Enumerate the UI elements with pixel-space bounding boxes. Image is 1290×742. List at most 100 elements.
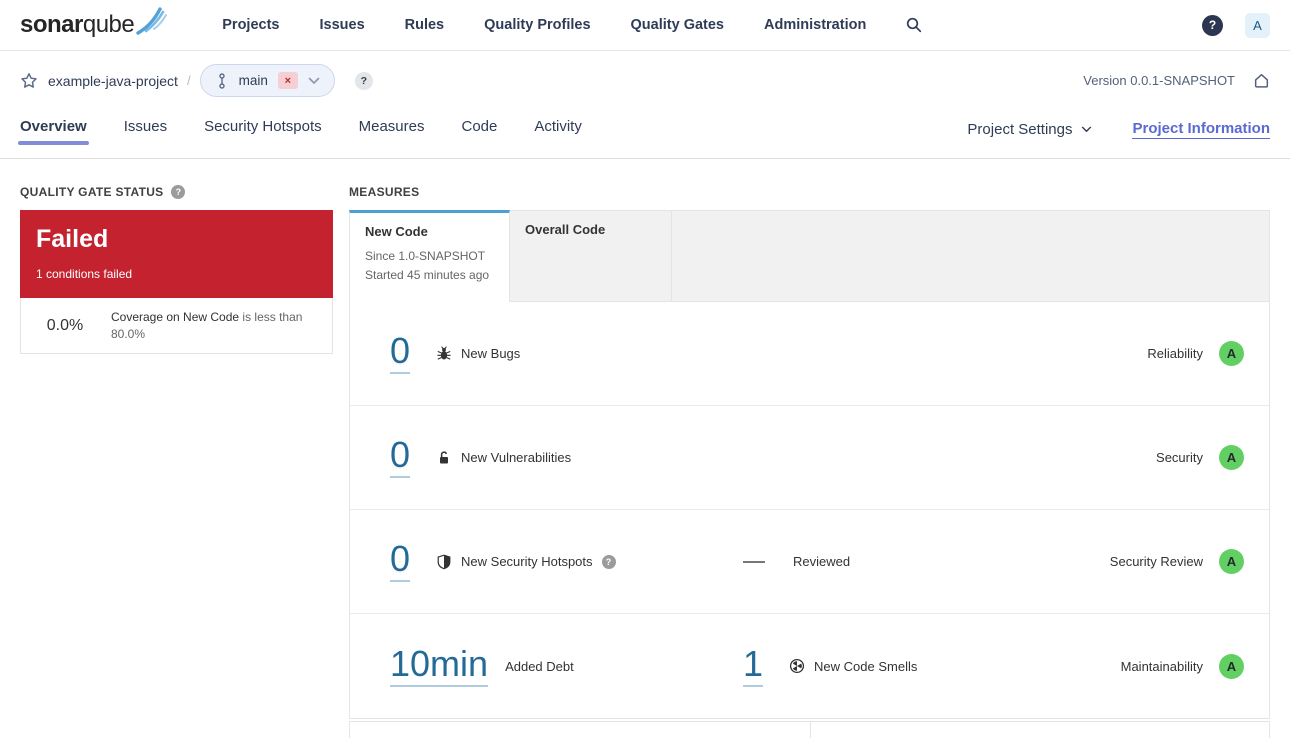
shield-icon bbox=[437, 554, 451, 569]
user-avatar[interactable]: A bbox=[1245, 12, 1270, 38]
failed-condition-card[interactable]: 0.0% Coverage on New Code is less than 8… bbox=[20, 298, 333, 354]
tab-code[interactable]: Code bbox=[461, 118, 497, 149]
quality-gate-help-icon[interactable]: ? bbox=[171, 185, 186, 199]
project-homepage-button[interactable] bbox=[1253, 72, 1270, 89]
security-label: Security bbox=[1156, 450, 1203, 465]
logo-swoosh-icon bbox=[136, 7, 168, 35]
measures-tabstrip: New Code Since 1.0-SNAPSHOT Started 45 m… bbox=[349, 210, 1270, 302]
branch-selector[interactable]: main × bbox=[199, 64, 335, 97]
nav-item-projects[interactable]: Projects bbox=[222, 17, 279, 33]
avatar-letter: A bbox=[1253, 17, 1262, 33]
new-code-smells-metric: New Code Smells bbox=[789, 658, 917, 674]
security-review-label: Security Review bbox=[1109, 554, 1203, 569]
measure-row-vulnerabilities: 0 New Vulnerabilities Security A bbox=[350, 406, 1269, 510]
breadcrumb: example-java-project / main × ? Version … bbox=[20, 51, 1270, 110]
nav-item-rules[interactable]: Rules bbox=[405, 17, 445, 33]
favorite-star-icon[interactable] bbox=[20, 72, 38, 90]
code-smells-group: 1 New Code Smells bbox=[743, 645, 917, 687]
duplications-section-peek bbox=[810, 721, 1270, 738]
help-button[interactable]: ? bbox=[1202, 14, 1223, 36]
condition-value: 0.0% bbox=[46, 316, 84, 334]
next-measures-section bbox=[349, 721, 1270, 738]
lock-icon bbox=[440, 450, 449, 463]
navbar-right: ? A bbox=[1202, 12, 1270, 38]
project-information-link[interactable]: Project Information bbox=[1132, 120, 1270, 139]
tab-overall-code[interactable]: Overall Code bbox=[510, 211, 672, 301]
measure-row-security-hotspots: 0 New Security Hotspots ? Reviewed Secur… bbox=[350, 510, 1269, 614]
branch-failed-badge: × bbox=[277, 72, 298, 89]
nav-item-administration[interactable]: Administration bbox=[764, 17, 866, 33]
security-review-rating-group: Security Review A bbox=[1110, 549, 1244, 574]
new-security-hotspots-count[interactable]: 0 bbox=[390, 541, 411, 582]
global-navbar: sonar qube Projects Issues Rules Quality … bbox=[0, 0, 1290, 51]
new-security-hotspots-metric: New Security Hotspots ? bbox=[436, 554, 616, 570]
tab-measures[interactable]: Measures bbox=[359, 118, 425, 149]
measures-rows: 0 New Bugs Reliability A 0 New Vulnerabi… bbox=[349, 302, 1270, 719]
search-button[interactable] bbox=[906, 17, 922, 33]
quality-gate-status-box: Failed 1 conditions failed bbox=[20, 210, 333, 298]
tab-issues[interactable]: Issues bbox=[124, 118, 167, 149]
main-menu: Projects Issues Rules Quality Profiles Q… bbox=[222, 17, 866, 33]
maintainability-rating-badge: A bbox=[1219, 653, 1244, 679]
project-nav-tabs: Overview Issues Security Hotspots Measur… bbox=[18, 110, 1270, 158]
hotspots-help-icon[interactable]: ? bbox=[601, 554, 616, 569]
reliability-rating-badge: A bbox=[1219, 341, 1244, 366]
project-meta: Version 0.0.1-SNAPSHOT bbox=[1083, 72, 1270, 89]
chevron-down-icon bbox=[1082, 126, 1092, 133]
new-code-smells-label: New Code Smells bbox=[814, 658, 918, 674]
measure-row-bugs: 0 New Bugs Reliability A bbox=[350, 302, 1269, 406]
bug-icon bbox=[437, 346, 451, 360]
logo-text-bold: sonar bbox=[20, 11, 83, 38]
project-settings-label: Project Settings bbox=[967, 121, 1073, 138]
coverage-section-peek bbox=[349, 721, 810, 738]
breadcrumb-project-name[interactable]: example-java-project bbox=[48, 73, 178, 89]
logo-text-light: qube bbox=[82, 11, 135, 38]
new-bugs-count[interactable]: 0 bbox=[390, 333, 411, 374]
branch-help-icon[interactable]: ? bbox=[354, 71, 373, 90]
security-rating-group: Security A bbox=[1156, 445, 1244, 470]
project-settings-dropdown[interactable]: Project Settings bbox=[967, 121, 1092, 138]
project-header: example-java-project / main × ? Version … bbox=[0, 51, 1290, 159]
measure-row-maintainability: 10min Added Debt 1 New Code Smells Maint… bbox=[350, 614, 1269, 718]
nav-item-quality-gates[interactable]: Quality Gates bbox=[631, 17, 724, 33]
measures-title: MEASURES bbox=[349, 185, 420, 199]
new-security-hotspots-label: New Security Hotspots bbox=[461, 554, 593, 569]
maintainability-rating-group: Maintainability A bbox=[1120, 653, 1244, 679]
reviewed-dash bbox=[743, 560, 765, 563]
condition-metric: Coverage on New Code bbox=[111, 310, 240, 325]
added-debt-value[interactable]: 10min bbox=[390, 645, 489, 687]
branch-name: main bbox=[238, 73, 268, 88]
home-icon bbox=[1254, 73, 1269, 88]
tab-overview[interactable]: Overview bbox=[18, 118, 89, 149]
measures-panel: MEASURES New Code Since 1.0-SNAPSHOT Sta… bbox=[349, 185, 1270, 738]
maintainability-label: Maintainability bbox=[1120, 658, 1203, 674]
reviewed-label: Reviewed bbox=[793, 554, 851, 569]
tab-activity[interactable]: Activity bbox=[534, 118, 582, 149]
tab-new-code[interactable]: New Code Since 1.0-SNAPSHOT Started 45 m… bbox=[349, 210, 510, 302]
new-code-period: Since 1.0-SNAPSHOT Started 45 minutes ag… bbox=[365, 249, 490, 283]
sonarqube-logo[interactable]: sonar qube bbox=[20, 7, 170, 39]
quality-gate-status: Failed bbox=[36, 225, 109, 253]
security-rating-badge: A bbox=[1219, 445, 1244, 470]
overview-content: QUALITY GATE STATUS ? Failed 1 condition… bbox=[0, 159, 1290, 738]
help-icon: ? bbox=[1208, 18, 1217, 32]
new-code-tab-label: New Code bbox=[365, 224, 428, 239]
condition-description: Coverage on New Code is less than 80.0% bbox=[111, 309, 316, 341]
new-bugs-metric: New Bugs bbox=[436, 346, 520, 362]
overall-code-tab-label: Overall Code bbox=[525, 222, 606, 237]
nav-item-quality-profiles[interactable]: Quality Profiles bbox=[484, 17, 590, 33]
new-vulnerabilities-count[interactable]: 0 bbox=[390, 437, 411, 478]
quality-gate-conditions-summary: 1 conditions failed bbox=[36, 267, 133, 281]
tab-security-hotspots[interactable]: Security Hotspots bbox=[204, 118, 322, 149]
code-smell-icon bbox=[789, 658, 805, 674]
added-debt-label: Added Debt bbox=[505, 658, 574, 674]
added-debt-metric: Added Debt bbox=[505, 659, 574, 674]
quality-gate-title: QUALITY GATE STATUS bbox=[20, 185, 164, 199]
reliability-label: Reliability bbox=[1147, 346, 1203, 361]
quality-gate-panel: QUALITY GATE STATUS ? Failed 1 condition… bbox=[20, 185, 333, 738]
nav-item-issues[interactable]: Issues bbox=[319, 17, 364, 33]
search-icon bbox=[907, 17, 922, 33]
new-code-smells-count[interactable]: 1 bbox=[743, 645, 764, 687]
new-vulnerabilities-label: New Vulnerabilities bbox=[461, 450, 572, 465]
reviewed-group: Reviewed bbox=[743, 554, 850, 569]
